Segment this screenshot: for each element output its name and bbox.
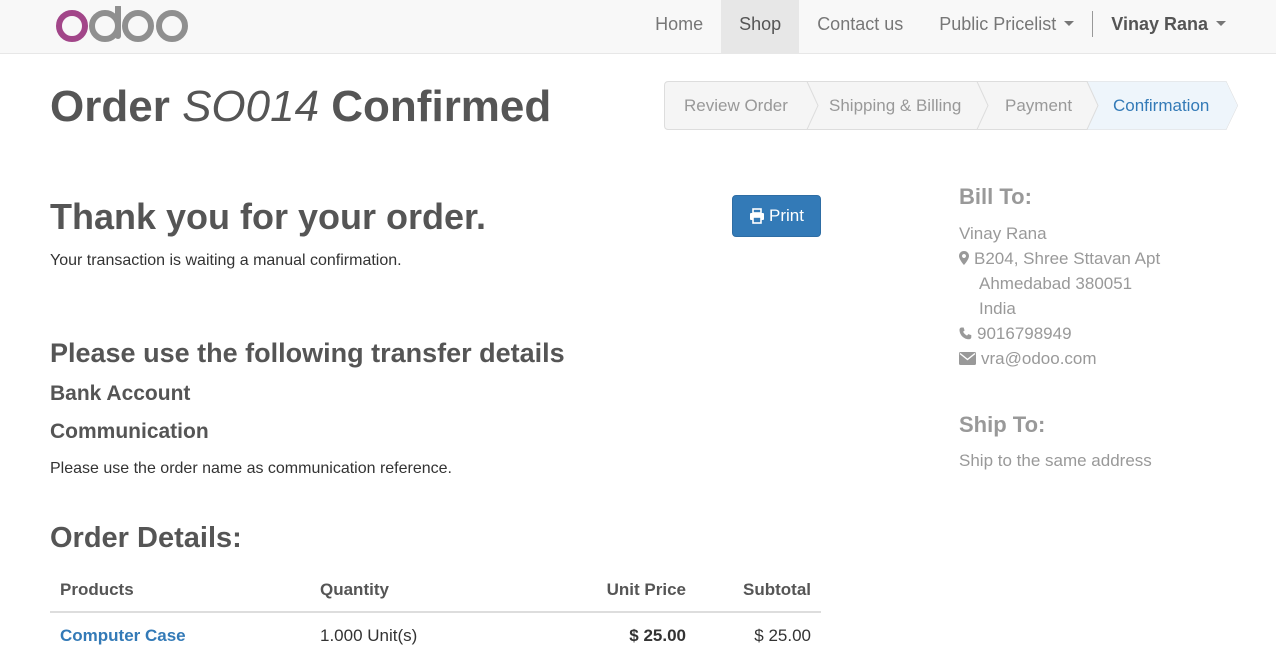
communication-label: Communication xyxy=(50,420,209,443)
top-navbar: Home Shop Contact us Public Pricelist Vi… xyxy=(0,0,1276,54)
user-name: Vinay Rana xyxy=(1111,14,1208,34)
wizard-step-review-order[interactable]: Review Order xyxy=(684,81,788,130)
wizard-step-payment[interactable]: Payment xyxy=(1005,81,1072,130)
envelope-icon xyxy=(959,352,976,365)
print-button[interactable]: Print xyxy=(732,195,821,237)
col-products: Products xyxy=(50,568,310,613)
map-marker-icon xyxy=(959,251,969,265)
col-subtotal: Subtotal xyxy=(696,568,821,613)
table-header-row: Products Quantity Unit Price Subtotal xyxy=(50,568,821,613)
ship-to-text: Ship to the same address xyxy=(959,451,1152,470)
print-label: Print xyxy=(769,206,804,225)
bill-to-street: B204, Shree Sttavan Apt xyxy=(974,249,1161,268)
bill-to-phone-line: 9016798949 xyxy=(959,324,1072,344)
bill-to-email-line: vra@odoo.com xyxy=(959,349,1097,369)
print-icon xyxy=(750,208,765,224)
nav-public-pricelist-dropdown[interactable]: Public Pricelist xyxy=(921,0,1092,54)
bill-to-city: Ahmedabad 380051 xyxy=(979,274,1133,293)
wizard-step-shipping-billing[interactable]: Shipping & Billing xyxy=(829,81,961,130)
order-number: SO014 xyxy=(182,82,320,131)
caret-down-icon xyxy=(1064,20,1075,26)
order-details-table: Products Quantity Unit Price Subtotal Co… xyxy=(50,568,821,658)
transfer-details-heading: Please use the following transfer detail… xyxy=(50,338,565,368)
user-menu-dropdown[interactable]: Vinay Rana xyxy=(1093,0,1276,54)
nav-contact-us[interactable]: Contact us xyxy=(799,0,921,54)
bill-to-name: Vinay Rana xyxy=(959,224,1047,243)
page-title-prefix: Order xyxy=(50,82,170,131)
transaction-status: Your transaction is waiting a manual con… xyxy=(50,252,402,269)
checkout-wizard: Review Order Shipping & Billing Payment … xyxy=(664,81,1238,130)
table-row: Computer Case 1.000 Unit(s) $ 25.00 $ 25… xyxy=(50,612,821,658)
bill-to-phone: 9016798949 xyxy=(977,324,1072,343)
nav-public-pricelist-label: Public Pricelist xyxy=(939,14,1057,34)
nav-home[interactable]: Home xyxy=(637,0,721,54)
phone-icon xyxy=(959,327,972,340)
thank-you-heading: Thank you for your order. xyxy=(50,196,487,237)
col-quantity: Quantity xyxy=(310,568,510,613)
bank-account-label: Bank Account xyxy=(50,382,191,405)
page-title: Order SO014 Confirmed xyxy=(50,82,551,132)
product-link[interactable]: Computer Case xyxy=(60,626,186,645)
product-unit-price: $ 25.00 xyxy=(629,625,686,645)
bill-to-heading: Bill To: xyxy=(959,184,1032,209)
odoo-logo[interactable] xyxy=(55,6,195,46)
col-unit-price: Unit Price xyxy=(510,568,696,613)
page-title-suffix: Confirmed xyxy=(331,82,552,131)
bill-to-street-line: B204, Shree Sttavan Apt xyxy=(959,249,1160,269)
order-details-heading: Order Details: xyxy=(50,522,242,554)
bill-to-email: vra@odoo.com xyxy=(981,349,1097,368)
caret-down-icon xyxy=(1216,20,1226,26)
product-subtotal: $ 25.00 xyxy=(754,625,811,645)
ship-to-heading: Ship To: xyxy=(959,412,1046,437)
nav-shop[interactable]: Shop xyxy=(721,0,800,54)
wizard-step-confirmation: Confirmation xyxy=(1113,96,1210,115)
bill-to-country: India xyxy=(979,299,1016,318)
communication-note: Please use the order name as communicati… xyxy=(50,460,452,477)
product-quantity: 1.000 Unit(s) xyxy=(320,625,418,645)
nav-links: Home Shop Contact us Public Pricelist Vi… xyxy=(637,0,1276,54)
